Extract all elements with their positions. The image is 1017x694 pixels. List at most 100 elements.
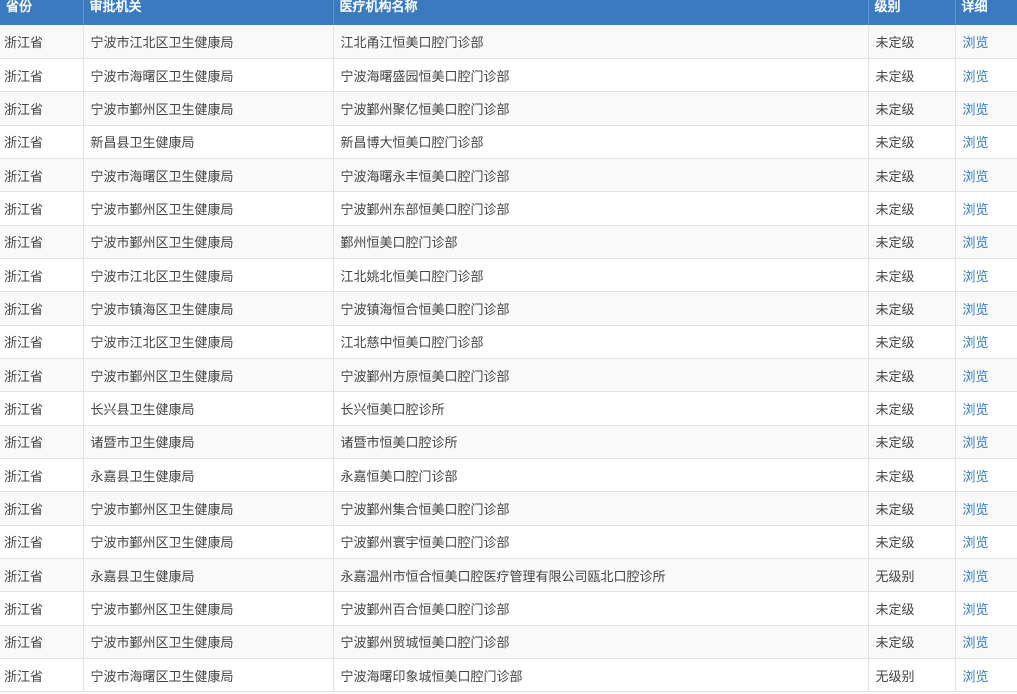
column-header-province: 省份 bbox=[0, 0, 84, 25]
level-cell: 未定级 bbox=[868, 591, 956, 626]
browse-link[interactable]: 浏览 bbox=[963, 270, 989, 285]
province-cell: 浙江省 bbox=[0, 591, 84, 626]
browse-link[interactable]: 浏览 bbox=[963, 103, 989, 118]
authority-cell: 宁波市鄞州区卫生健康局 bbox=[83, 225, 334, 259]
institution-cell: 宁波海曙印象城恒美口腔门诊部 bbox=[333, 658, 869, 693]
table-row: 浙江省 宁波市江北区卫生健康局 江北慈中恒美口腔门诊部 未定级 浏览 bbox=[0, 325, 1017, 359]
browse-link[interactable]: 浏览 bbox=[963, 70, 989, 85]
province-cell: 浙江省 bbox=[0, 558, 84, 593]
detail-cell: 浏览 bbox=[955, 558, 1017, 593]
table-row: 浙江省 宁波市鄞州区卫生健康局 宁波鄞州百合恒美口腔门诊部 未定级 浏览 bbox=[0, 591, 1017, 626]
table-row: 浙江省 宁波市海曙区卫生健康局 宁波海曙永丰恒美口腔门诊部 未定级 浏览 bbox=[0, 158, 1017, 193]
level-cell: 未定级 bbox=[868, 25, 956, 59]
level-cell: 未定级 bbox=[868, 325, 956, 359]
detail-cell: 浏览 bbox=[955, 458, 1017, 493]
institution-cell: 宁波海曙盛园恒美口腔门诊部 bbox=[333, 58, 869, 93]
browse-link[interactable]: 浏览 bbox=[963, 603, 989, 618]
detail-cell: 浏览 bbox=[955, 525, 1017, 560]
table-row: 浙江省 宁波市鄞州区卫生健康局 宁波鄞州方原恒美口腔门诊部 未定级 浏览 bbox=[0, 358, 1017, 393]
column-header-authority: 审批机关 bbox=[83, 0, 334, 25]
authority-cell: 宁波市鄞州区卫生健康局 bbox=[83, 358, 334, 393]
institution-table: 省份 审批机关 医疗机构名称 级别 详细 浙江省 宁波市江北区卫生健康局 江北甬江恒… bbox=[0, 0, 1017, 693]
authority-cell: 宁波市江北区卫生健康局 bbox=[83, 25, 334, 59]
browse-link[interactable]: 浏览 bbox=[963, 236, 989, 251]
authority-cell: 永嘉县卫生健康局 bbox=[83, 558, 334, 593]
browse-link[interactable]: 浏览 bbox=[963, 303, 989, 318]
browse-link[interactable]: 浏览 bbox=[963, 136, 989, 151]
table-header-row: 省份 审批机关 医疗机构名称 级别 详细 bbox=[0, 0, 1017, 25]
level-cell: 未定级 bbox=[868, 58, 956, 93]
level-cell: 未定级 bbox=[868, 491, 956, 526]
browse-link[interactable]: 浏览 bbox=[963, 503, 989, 518]
detail-cell: 浏览 bbox=[955, 391, 1017, 426]
level-cell: 未定级 bbox=[868, 391, 956, 426]
level-cell: 未定级 bbox=[868, 358, 956, 393]
province-cell: 浙江省 bbox=[0, 25, 84, 59]
table-row: 浙江省 宁波市镇海区卫生健康局 宁波镇海恒合恒美口腔门诊部 未定级 浏览 bbox=[0, 291, 1017, 326]
detail-cell: 浏览 bbox=[955, 358, 1017, 393]
institution-cell: 宁波鄞州集合恒美口腔门诊部 bbox=[333, 491, 869, 526]
detail-cell: 浏览 bbox=[955, 125, 1017, 159]
province-cell: 浙江省 bbox=[0, 391, 84, 426]
browse-link[interactable]: 浏览 bbox=[963, 336, 989, 351]
province-cell: 浙江省 bbox=[0, 358, 84, 393]
institution-cell: 宁波鄞州寰宇恒美口腔门诊部 bbox=[333, 525, 869, 560]
level-cell: 未定级 bbox=[868, 425, 956, 459]
browse-link[interactable]: 浏览 bbox=[963, 370, 989, 385]
authority-cell: 宁波市江北区卫生健康局 bbox=[83, 258, 334, 293]
browse-link[interactable]: 浏览 bbox=[963, 203, 989, 218]
province-cell: 浙江省 bbox=[0, 191, 84, 226]
authority-cell: 宁波市海曙区卫生健康局 bbox=[83, 58, 334, 93]
table-row: 浙江省 宁波市江北区卫生健康局 江北甬江恒美口腔门诊部 未定级 浏览 bbox=[0, 25, 1017, 59]
level-cell: 未定级 bbox=[868, 258, 956, 293]
table-row: 浙江省 宁波市鄞州区卫生健康局 宁波鄞州贸城恒美口腔门诊部 未定级 浏览 bbox=[0, 625, 1017, 660]
table-row: 浙江省 永嘉县卫生健康局 永嘉恒美口腔门诊部 未定级 浏览 bbox=[0, 458, 1017, 493]
detail-cell: 浏览 bbox=[955, 491, 1017, 526]
browse-link[interactable]: 浏览 bbox=[963, 636, 989, 651]
province-cell: 浙江省 bbox=[0, 658, 84, 693]
browse-link[interactable]: 浏览 bbox=[963, 536, 989, 551]
level-cell: 未定级 bbox=[868, 225, 956, 259]
institution-cell: 永嘉恒美口腔门诊部 bbox=[333, 458, 869, 493]
detail-cell: 浏览 bbox=[955, 625, 1017, 660]
institution-cell: 永嘉温州市恒合恒美口腔医疗管理有限公司瓯北口腔诊所 bbox=[333, 558, 869, 593]
table-row: 浙江省 宁波市鄞州区卫生健康局 宁波鄞州东部恒美口腔门诊部 未定级 浏览 bbox=[0, 191, 1017, 226]
browse-link[interactable]: 浏览 bbox=[963, 36, 989, 51]
province-cell: 浙江省 bbox=[0, 325, 84, 359]
level-cell: 未定级 bbox=[868, 625, 956, 660]
institution-cell: 鄞州恒美口腔门诊部 bbox=[333, 225, 869, 259]
detail-cell: 浏览 bbox=[955, 425, 1017, 459]
browse-link[interactable]: 浏览 bbox=[963, 570, 989, 585]
browse-link[interactable]: 浏览 bbox=[963, 436, 989, 451]
province-cell: 浙江省 bbox=[0, 525, 84, 560]
table-row: 浙江省 宁波市鄞州区卫生健康局 鄞州恒美口腔门诊部 未定级 浏览 bbox=[0, 225, 1017, 259]
table-row: 浙江省 宁波市海曙区卫生健康局 宁波海曙盛园恒美口腔门诊部 未定级 浏览 bbox=[0, 58, 1017, 93]
browse-link[interactable]: 浏览 bbox=[963, 403, 989, 418]
table-row: 浙江省 宁波市江北区卫生健康局 江北姚北恒美口腔门诊部 未定级 浏览 bbox=[0, 258, 1017, 293]
authority-cell: 诸暨市卫生健康局 bbox=[83, 425, 334, 459]
browse-link[interactable]: 浏览 bbox=[963, 670, 989, 685]
browse-link[interactable]: 浏览 bbox=[963, 170, 989, 185]
institution-cell: 宁波鄞州百合恒美口腔门诊部 bbox=[333, 591, 869, 626]
institution-cell: 新昌博大恒美口腔门诊部 bbox=[333, 125, 869, 159]
authority-cell: 宁波市鄞州区卫生健康局 bbox=[83, 591, 334, 626]
authority-cell: 宁波市鄞州区卫生健康局 bbox=[83, 625, 334, 660]
table-body: 浙江省 宁波市江北区卫生健康局 江北甬江恒美口腔门诊部 未定级 浏览 浙江省 宁波市海曙区卫… bbox=[0, 25, 1017, 693]
table-row: 浙江省 新昌县卫生健康局 新昌博大恒美口腔门诊部 未定级 浏览 bbox=[0, 125, 1017, 159]
detail-cell: 浏览 bbox=[955, 291, 1017, 326]
table-row: 浙江省 宁波市鄞州区卫生健康局 宁波鄞州聚亿恒美口腔门诊部 未定级 浏览 bbox=[0, 91, 1017, 126]
institution-cell: 宁波鄞州聚亿恒美口腔门诊部 bbox=[333, 91, 869, 126]
detail-cell: 浏览 bbox=[955, 91, 1017, 126]
institution-cell: 江北慈中恒美口腔门诊部 bbox=[333, 325, 869, 359]
province-cell: 浙江省 bbox=[0, 458, 84, 493]
browse-link[interactable]: 浏览 bbox=[963, 470, 989, 485]
detail-cell: 浏览 bbox=[955, 325, 1017, 359]
detail-cell: 浏览 bbox=[955, 591, 1017, 626]
detail-cell: 浏览 bbox=[955, 258, 1017, 293]
authority-cell: 宁波市江北区卫生健康局 bbox=[83, 325, 334, 359]
institution-cell: 宁波鄞州方原恒美口腔门诊部 bbox=[333, 358, 869, 393]
detail-cell: 浏览 bbox=[955, 158, 1017, 193]
detail-cell: 浏览 bbox=[955, 25, 1017, 59]
detail-cell: 浏览 bbox=[955, 658, 1017, 693]
table-header: 省份 审批机关 医疗机构名称 级别 详细 bbox=[0, 0, 1017, 25]
